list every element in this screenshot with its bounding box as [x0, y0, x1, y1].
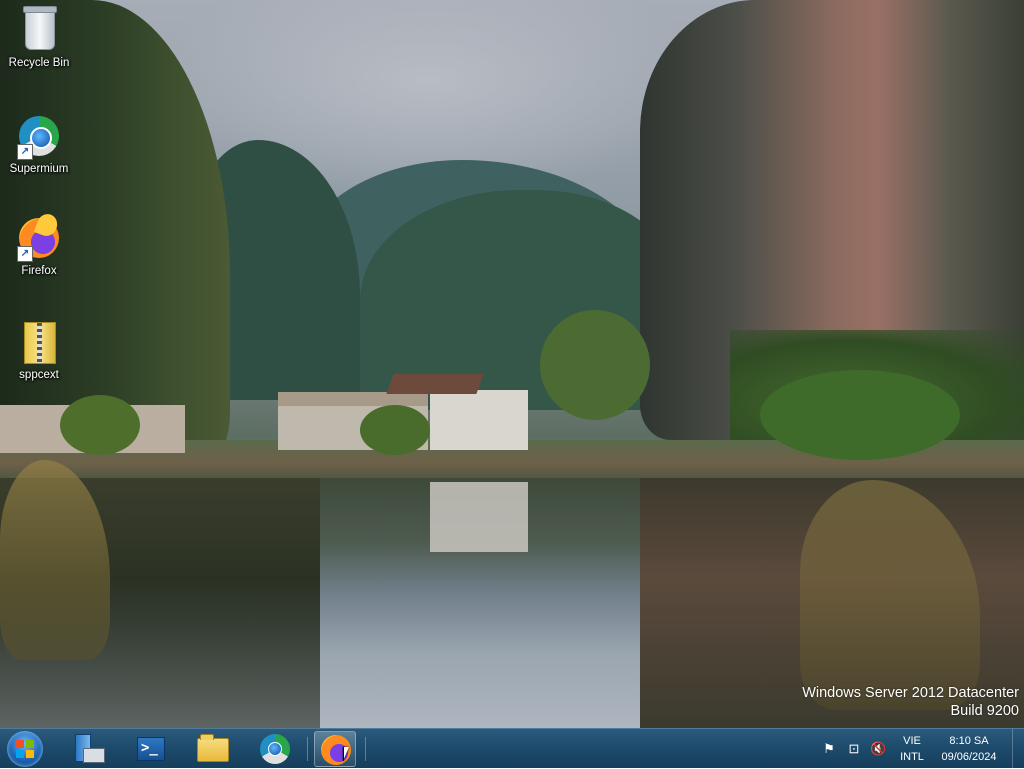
start-button[interactable] — [7, 731, 43, 767]
taskbar-separator — [365, 737, 366, 761]
mouse-cursor-icon — [343, 747, 349, 761]
supermium-icon — [260, 734, 290, 764]
desktop-icon-supermium[interactable]: ↗ Supermium — [1, 112, 77, 175]
taskbar: >_ ⚑ ⊡ 🔇 VIE INTL 8:10 SA 09/06/2024 — [0, 728, 1024, 769]
watermark-build: Build 9200 — [950, 703, 1019, 719]
language-code: VIE — [903, 735, 921, 747]
watermark-edition: Windows Server 2012 Datacenter — [802, 685, 1019, 701]
taskbar-separator — [307, 737, 308, 761]
folder-icon — [197, 734, 229, 762]
shortcut-arrow-icon: ↗ — [17, 144, 33, 160]
desktop-icon-sppcext[interactable]: sppcext — [1, 318, 77, 381]
shortcut-arrow-icon: ↗ — [17, 246, 33, 262]
desktop-icon-label: Supermium — [9, 163, 69, 175]
supermium-icon: ↗ — [15, 112, 63, 160]
tree — [760, 370, 960, 460]
clock-date: 09/06/2024 — [941, 751, 997, 763]
show-desktop-button[interactable] — [1012, 729, 1024, 769]
tree — [360, 405, 430, 455]
desktop-icon-label: Recycle Bin — [8, 57, 70, 69]
speaker-muted-icon[interactable]: 🔇 — [870, 741, 886, 757]
recycle-bin-icon — [15, 6, 63, 54]
server-manager-icon — [83, 748, 105, 763]
desktop-icon-firefox[interactable]: ↗ Firefox — [1, 214, 77, 277]
desktop-background — [0, 0, 1024, 728]
taskbar-server-manager[interactable] — [68, 731, 110, 767]
taskbar-supermium[interactable] — [254, 731, 296, 767]
taskbar-file-explorer[interactable] — [191, 731, 233, 767]
powershell-icon: >_ — [137, 737, 165, 761]
firefox-icon: ↗ — [15, 214, 63, 262]
reflection — [430, 482, 528, 552]
keyboard-layout: INTL — [900, 751, 924, 763]
input-language-indicator[interactable]: VIE INTL — [893, 733, 931, 765]
tree — [60, 395, 140, 455]
clock-time: 8:10 SA — [949, 735, 989, 747]
windows-start-orb-icon — [16, 740, 34, 758]
clock[interactable]: 8:10 SA 09/06/2024 — [933, 733, 1005, 765]
windows-version-watermark: Windows Server 2012 Datacenter Build 920… — [802, 684, 1019, 720]
flag-icon[interactable]: ⚑ — [821, 741, 837, 757]
zip-folder-icon — [15, 318, 63, 366]
taskbar-powershell[interactable]: >_ — [129, 731, 171, 767]
tree — [540, 310, 650, 420]
house — [430, 390, 528, 450]
desktop-icon-label: Firefox — [21, 265, 57, 277]
taskbar-firefox[interactable] — [314, 731, 356, 767]
desktop-icon-label: sppcext — [19, 369, 59, 381]
network-icon[interactable]: ⊡ — [846, 741, 862, 757]
desktop-icon-recycle-bin[interactable]: Recycle Bin — [1, 6, 77, 69]
